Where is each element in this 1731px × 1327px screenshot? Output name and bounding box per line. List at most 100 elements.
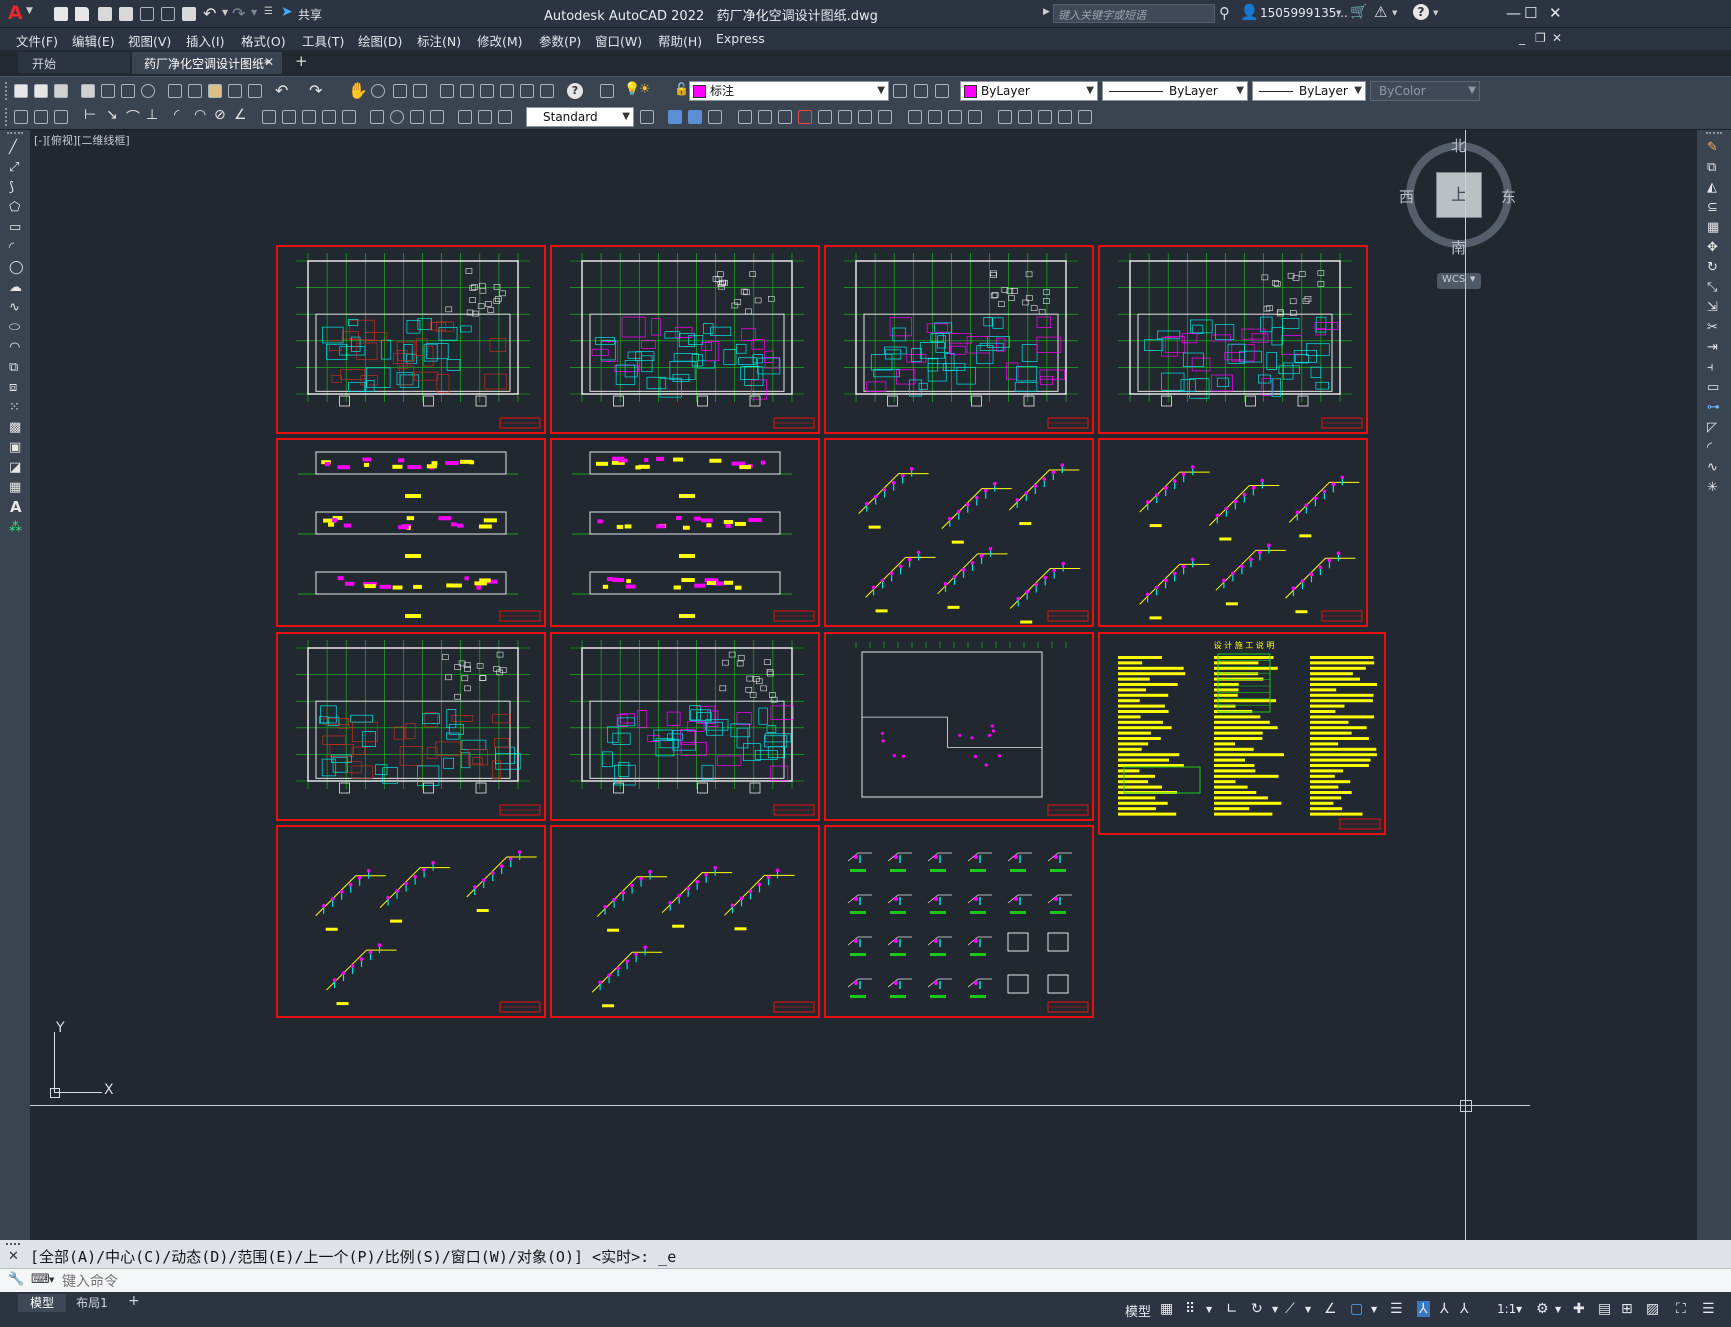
center-mark-icon[interactable] <box>390 110 404 124</box>
scale-dropdown-icon[interactable]: ▼ <box>1516 1305 1522 1314</box>
redo-icon[interactable]: ↷ <box>232 4 245 23</box>
polyline-icon[interactable]: ⟆ <box>9 180 14 195</box>
ordinate-dim-icon[interactable]: ⊥ <box>146 107 158 123</box>
object-snap-tracking-icon[interactable]: ∠ <box>1324 1301 1337 1317</box>
open-file-icon[interactable] <box>75 7 89 21</box>
layer-states-icon[interactable] <box>935 84 949 98</box>
3d-print-icon[interactable] <box>141 84 155 98</box>
user-icon[interactable]: 👤 <box>1240 3 1259 21</box>
modify-icon-8[interactable] <box>818 110 832 124</box>
continue-dim-icon[interactable] <box>302 110 316 124</box>
properties-icon[interactable] <box>440 84 454 98</box>
print-icon[interactable] <box>81 84 95 98</box>
angular-dim-icon[interactable]: ∠ <box>234 107 247 123</box>
ellipse-arc-icon[interactable]: ◠ <box>9 340 20 355</box>
move-icon[interactable]: ✥ <box>1707 240 1718 255</box>
drawing-sheet[interactable] <box>824 438 1094 627</box>
tab-start[interactable]: 开始 <box>18 52 130 73</box>
modify-icon-9[interactable] <box>838 110 852 124</box>
drawing-sheet[interactable] <box>550 825 820 1018</box>
modify-icon-18[interactable] <box>1038 110 1052 124</box>
spline-icon[interactable]: ∿ <box>9 300 20 315</box>
layer-properties-icon[interactable] <box>600 84 614 98</box>
menu-view[interactable]: 视图(V) <box>128 31 171 50</box>
menu-window[interactable]: 窗口(W) <box>595 31 642 50</box>
close-icon[interactable]: ✕ <box>1549 4 1562 22</box>
workspace-gear-icon[interactable]: ⚙ <box>1536 1301 1549 1317</box>
join-icon[interactable]: ⊶ <box>1707 400 1720 415</box>
layer-dropdown[interactable]: 标注 ▼ <box>689 81 889 101</box>
recent-commands-dropdown-icon[interactable]: ▼ <box>49 1276 54 1284</box>
erase-icon[interactable]: ✎ <box>1707 140 1718 155</box>
quick-dim-icon[interactable] <box>262 110 276 124</box>
isodraft-icon[interactable]: ⟋ <box>1285 1301 1295 1317</box>
match-prop-icon[interactable] <box>228 84 242 98</box>
app-dropdown-icon[interactable]: ▼ <box>1392 9 1397 17</box>
cut-icon[interactable] <box>168 84 182 98</box>
hatch-icon[interactable]: ▩ <box>9 420 21 435</box>
maximize-icon[interactable]: ☐ <box>1524 4 1537 22</box>
modify-icon-1[interactable] <box>668 110 682 124</box>
dim-icon-3[interactable] <box>54 110 68 124</box>
paste-icon[interactable] <box>208 84 222 98</box>
drawing-canvas[interactable]: [-][俯视][二维线框] 上 北 南 东 西 WCS ▼ Y X 设 计 施 … <box>30 130 1697 1240</box>
compass-west[interactable]: 西 <box>1399 186 1414 207</box>
arc-icon[interactable]: ◜ <box>9 240 14 255</box>
make-layer-current-icon[interactable] <box>893 84 907 98</box>
explode-icon[interactable]: ✳ <box>1707 480 1718 495</box>
open-icon[interactable] <box>34 84 48 98</box>
drawing-sheet[interactable] <box>276 438 546 627</box>
share-button[interactable]: 共享 <box>298 6 322 23</box>
share-icon[interactable]: ➤ <box>281 4 293 20</box>
array-icon[interactable]: ▦ <box>1707 220 1719 235</box>
autodesk-app-icon[interactable]: ⚠ <box>1374 3 1387 21</box>
layout-tab-model[interactable]: 模型 <box>18 1294 66 1312</box>
arc-length-icon[interactable]: ⌒ <box>126 107 140 127</box>
tool-palettes-icon[interactable] <box>480 84 494 98</box>
menu-modify[interactable]: 修改(M) <box>477 31 523 50</box>
redo-dropdown-icon[interactable]: ▼ <box>251 8 257 17</box>
doc-close-icon[interactable]: ✕ <box>1552 31 1562 45</box>
rotate-icon[interactable]: ↻ <box>1707 260 1718 275</box>
gradient-icon[interactable]: ▣ <box>9 440 21 455</box>
layer-lock-icon[interactable]: 🔓 <box>674 82 689 96</box>
point-icon[interactable]: ⁙ <box>9 400 20 415</box>
qnew-icon[interactable] <box>14 84 28 98</box>
toolbar-help-icon[interactable]: ? <box>567 83 583 99</box>
break-icon[interactable]: ▭ <box>1707 380 1719 395</box>
modify-toolbar-grip[interactable] <box>1706 132 1722 138</box>
publish-icon[interactable] <box>121 84 135 98</box>
tab-active-drawing[interactable]: 药厂净化空调设计图纸* ✕ <box>132 52 282 74</box>
drawing-sheet[interactable] <box>1098 245 1368 434</box>
open-from-web-icon[interactable] <box>140 7 154 21</box>
jogged-linear-icon[interactable] <box>430 110 444 124</box>
dim-text-edit-icon[interactable] <box>478 110 492 124</box>
annotation-autoscale-icon[interactable]: ⅄ <box>1440 1301 1449 1317</box>
annotation-monitor-icon[interactable]: ✚ <box>1573 1301 1585 1317</box>
customize-status-icon[interactable]: ☰ <box>1702 1301 1715 1317</box>
autocad-logo[interactable]: A <box>8 2 23 24</box>
ellipse-icon[interactable]: ⬭ <box>9 320 20 335</box>
plotstyle-dropdown[interactable]: ByColor ▼ <box>1370 81 1480 101</box>
snap-dropdown-icon[interactable]: ▼ <box>1206 1305 1212 1314</box>
drawing-sheet[interactable] <box>276 632 546 821</box>
search-expand-icon[interactable]: ▶ <box>1043 7 1050 17</box>
menu-tools[interactable]: 工具(T) <box>302 31 344 50</box>
modify-icon-17[interactable] <box>1018 110 1032 124</box>
app-menu-chevron-icon[interactable]: ▼ <box>26 6 33 16</box>
clean-screen-icon[interactable]: ⛶ <box>1676 1301 1686 1317</box>
new-file-icon[interactable] <box>54 7 68 21</box>
modify-icon-11[interactable] <box>878 110 892 124</box>
zoom-window-icon[interactable] <box>393 84 407 98</box>
drawing-sheet[interactable] <box>1098 438 1368 627</box>
polygon-icon[interactable]: ⬠ <box>9 200 20 215</box>
minimize-icon[interactable]: — <box>1506 4 1521 22</box>
menu-dimension[interactable]: 标注(N) <box>417 31 461 50</box>
radius-dim-icon[interactable]: ◜ <box>174 107 179 123</box>
layout-tab-layout1[interactable]: 布局1 <box>68 1294 116 1312</box>
table-icon[interactable]: ▦ <box>9 480 21 495</box>
model-space-button[interactable]: 模型 <box>1125 1301 1151 1320</box>
add-selected-icon[interactable]: ⁂ <box>9 520 22 535</box>
zoom-previous-icon[interactable] <box>413 84 427 98</box>
annotation-visibility-icon[interactable]: ⅄ <box>1417 1301 1430 1317</box>
